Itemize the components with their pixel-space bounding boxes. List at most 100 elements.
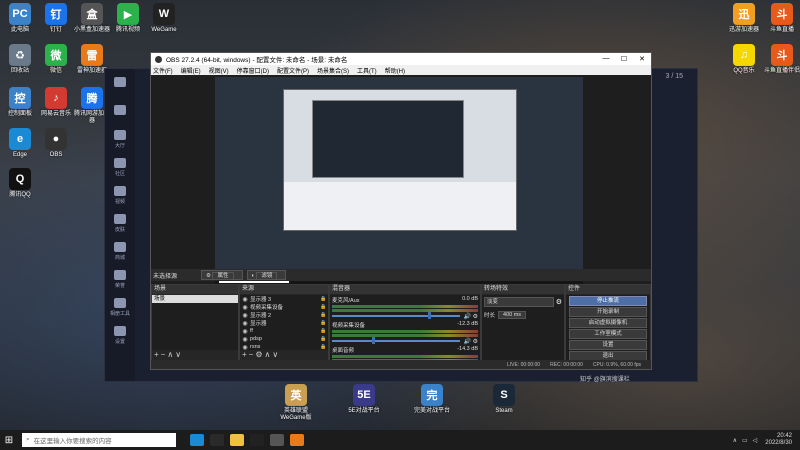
background-sidebar-item[interactable] [105,97,135,125]
desktop-right-icon-2[interactable]: ♫ QQ音乐 [724,44,764,75]
minimize-icon[interactable]: — [597,55,615,63]
desktop-left-icon-2[interactable]: 盒小黑盒加速器 [72,3,112,34]
duration-input[interactable]: 400 ms [498,311,527,319]
background-sidebar-item[interactable]: 皮肤 [105,209,135,237]
control-button[interactable]: 开始录制 [569,307,647,317]
desktop-bottom-icon-2[interactable]: 完完美对战平台 [412,384,452,415]
start-button[interactable]: ⊞ [0,435,18,446]
desktop-left-icon-4[interactable]: W WeGame [144,3,184,34]
taskbar-app-icon[interactable] [270,434,284,446]
taskbar-app-icon[interactable] [250,434,264,446]
taskbar-app-icon[interactable] [230,434,244,446]
visibility-eye-icon[interactable]: ◉ [240,296,250,303]
taskbar-app-icon[interactable] [210,434,224,446]
source-settings-icon[interactable]: ⚙ [255,350,264,359]
visibility-eye-icon[interactable]: ◉ [240,304,250,311]
volume-icon[interactable]: ◁ [753,437,758,444]
volume-slider[interactable]: 🔊 ⚙ [332,337,478,345]
lock-icon[interactable]: 🔒 [320,336,328,342]
filters-button[interactable]: ◐ 滤镜 [246,270,287,280]
menu-item[interactable]: 停靠窗口(D) [237,66,269,75]
scene-item[interactable]: 场景 [152,295,238,303]
background-sidebar-item[interactable]: 商城 [105,237,135,265]
background-sidebar-item[interactable]: 相册工具 [105,293,135,321]
lock-icon[interactable]: 🔒 [320,312,328,318]
lock-icon[interactable]: 🔒 [320,320,328,326]
background-sidebar-item[interactable]: 荣誉 [105,265,135,293]
desktop-left-icon-8[interactable]: 控控制面板 [0,87,40,118]
volume-slider[interactable]: 🔊 ⚙ [332,312,478,320]
menu-item[interactable]: 帮助(H) [385,66,405,75]
taskbar-search-input[interactable]: ⌕ 在这里输入你要搜索的内容 [22,433,176,447]
desktop-icon-label: 斗鱼直播 [769,27,794,33]
app-icon: ● [45,128,67,150]
control-button[interactable]: 设置 [569,340,647,350]
background-sidebar-item[interactable] [105,69,135,97]
menu-item[interactable]: 文件(F) [153,66,173,75]
visibility-eye-icon[interactable]: ◉ [240,312,250,319]
desktop-bottom-icon-3[interactable]: S Steam [484,384,524,415]
menu-item[interactable]: 编辑(E) [181,66,201,75]
maximize-icon[interactable]: ☐ [615,55,633,63]
source-item[interactable]: ◉ 显示器 🔒 [240,319,328,327]
menu-item[interactable]: 视图(V) [209,66,229,75]
visibility-eye-icon[interactable]: ◉ [240,328,250,335]
slider-knob[interactable] [428,312,431,319]
source-item[interactable]: ◉ 显示器 3 🔒 [240,295,328,303]
desktop-left-icon-13[interactable]: Q 腾讯QQ [0,168,40,199]
background-sidebar-item[interactable]: 大厅 [105,125,135,153]
source-down-icon[interactable]: ∨ [272,350,280,359]
desktop-left-icon-6[interactable]: 微微信 [36,44,76,75]
control-button[interactable]: 停止推流 [569,296,647,306]
desktop-bottom-icon-1[interactable]: 5E 5E对战平台 [344,384,384,415]
app-icon: 微 [45,44,67,66]
source-item[interactable]: ◉ 显示器 2 🔒 [240,311,328,319]
source-item[interactable]: ◉ ff 🔒 [240,327,328,335]
desktop-left-icon-9[interactable]: ♪ 网易云音乐 [36,87,76,118]
desktop-right-icon-3[interactable]: 斗斗鱼直播伴侣 [762,44,800,75]
add-scene-icon[interactable]: + [154,350,161,359]
desktop-left-icon-11[interactable]: e Edge [0,128,40,159]
visibility-eye-icon[interactable]: ◉ [240,336,250,343]
desktop-left-icon-12[interactable]: ● OBS [36,128,76,159]
background-sidebar-item[interactable]: 社区 [105,153,135,181]
menu-item[interactable]: 配置文件(P) [277,66,309,75]
taskbar-app-icon[interactable] [290,434,304,446]
tray-chevron-icon[interactable]: ∧ [733,437,737,444]
taskbar-app-icon[interactable] [190,434,204,446]
menu-item[interactable]: 场景集合(S) [317,66,349,75]
close-icon[interactable]: ✕ [633,55,651,63]
taskbar-clock[interactable]: 20:42 2022/8/30 [765,433,792,447]
transition-settings-icon[interactable]: ⚙ [556,298,562,306]
desktop-left-icon-3[interactable]: ▶ 腾讯视频 [108,3,148,34]
visibility-eye-icon[interactable]: ◉ [240,320,250,327]
lock-icon[interactable]: 🔒 [320,328,328,334]
desktop-right-icon-0[interactable]: 迅迅游加速器 [724,3,764,34]
desktop-left-icon-0[interactable]: PC 此电脑 [0,3,40,34]
obs-window[interactable]: OBS 27.2.4 (64-bit, windows) - 配置文件: 未命名… [150,52,652,370]
obs-titlebar[interactable]: OBS 27.2.4 (64-bit, windows) - 配置文件: 未命名… [151,53,651,65]
speaker-icon[interactable]: 🔊 ⚙ [463,313,478,320]
add-source-icon[interactable]: + [242,350,249,359]
background-sidebar-item[interactable]: 设置 [105,321,135,349]
desktop-right-icon-1[interactable]: 斗斗鱼直播 [762,3,800,34]
lock-icon[interactable]: 🔒 [320,304,328,310]
background-sidebar-item[interactable]: 视频 [105,181,135,209]
desktop-left-icon-1[interactable]: 钉钉钉 [36,3,76,34]
source-item[interactable]: ◉ 视频采集设备 🔒 [240,303,328,311]
control-button[interactable]: 启动虚拟摄像机 [569,318,647,328]
properties-button[interactable]: ⚙ 属性 [201,270,243,280]
speaker-icon[interactable]: 🔊 ⚙ [463,338,478,345]
control-button[interactable]: 工作室模式 [569,329,647,339]
desktop-left-icon-5[interactable]: ♻ 回收站 [0,44,40,75]
menu-item[interactable]: 工具(T) [357,66,377,75]
lock-icon[interactable]: 🔒 [320,296,328,302]
channel-name: 桌面音频 [332,348,355,354]
network-icon[interactable]: ▭ [742,437,748,444]
transition-select[interactable]: 淡变 [484,297,554,307]
obs-preview-canvas[interactable] [215,77,583,285]
move-down-icon[interactable]: ∨ [175,350,183,359]
desktop-bottom-icon-0[interactable]: 英英雄联盟WeGame版 [276,384,316,422]
source-item[interactable]: ◉ pdsp 🔒 [240,335,328,343]
slider-knob[interactable] [372,337,375,344]
